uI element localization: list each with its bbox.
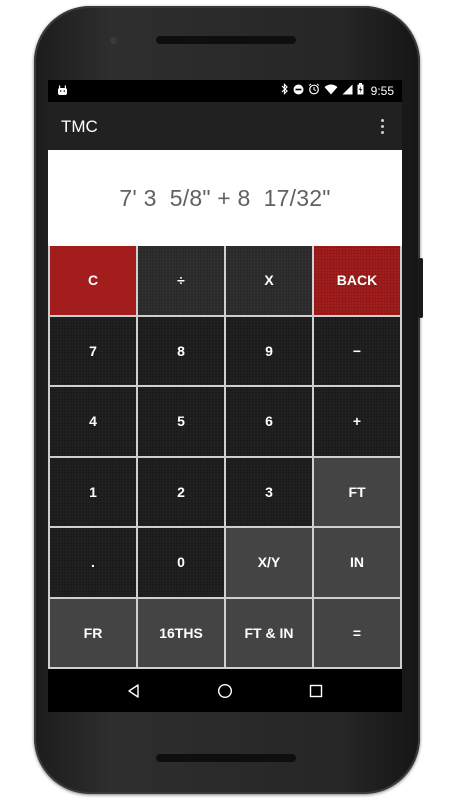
wifi-icon <box>324 84 338 98</box>
decimal-button[interactable]: . <box>50 528 136 597</box>
digit-3-button[interactable]: 3 <box>226 457 312 526</box>
alarm-icon <box>308 83 320 98</box>
add-button[interactable]: + <box>314 387 400 456</box>
fraction-divider-button[interactable]: X/Y <box>226 528 312 597</box>
digit-8-button[interactable]: 8 <box>138 316 224 385</box>
feet-button[interactable]: FT <box>314 457 400 526</box>
back-button[interactable]: BACK <box>314 246 400 315</box>
display-expression: 7' 3 5/8" + 8 17/32" <box>119 184 331 211</box>
recents-nav-icon[interactable] <box>304 679 328 703</box>
fraction-button[interactable]: FR <box>50 598 136 667</box>
do-not-disturb-icon <box>293 84 304 98</box>
divide-button[interactable]: ÷ <box>138 246 224 315</box>
digit-7-button[interactable]: 7 <box>50 316 136 385</box>
feet-and-inches-button[interactable]: FT & IN <box>226 598 312 667</box>
digit-0-button[interactable]: 0 <box>138 528 224 597</box>
screen: 9:55 TMC 7' 3 5/8" + 8 17/32" C ÷ X BACK… <box>48 80 402 712</box>
digit-1-button[interactable]: 1 <box>50 457 136 526</box>
clear-button[interactable]: C <box>50 246 136 315</box>
overflow-menu-icon[interactable] <box>370 114 394 138</box>
sixteenths-button[interactable]: 16THS <box>138 598 224 667</box>
inches-button[interactable]: IN <box>314 528 400 597</box>
power-button <box>418 258 423 318</box>
digit-2-button[interactable]: 2 <box>138 457 224 526</box>
bottom-speaker <box>156 754 296 762</box>
cell-signal-icon <box>342 84 353 98</box>
app-title: TMC <box>61 117 98 136</box>
app-bar: TMC <box>48 102 402 150</box>
android-notification-icon <box>57 85 68 99</box>
subtract-button[interactable]: − <box>314 316 400 385</box>
top-speaker <box>156 36 296 44</box>
home-nav-icon[interactable] <box>213 679 237 703</box>
digit-4-button[interactable]: 4 <box>50 387 136 456</box>
multiply-button[interactable]: X <box>226 246 312 315</box>
keypad: C ÷ X BACK 7 8 9 − 4 5 6 + 1 2 3 FT . 0 … <box>48 246 402 669</box>
digit-6-button[interactable]: 6 <box>226 387 312 456</box>
battery-icon <box>357 83 364 98</box>
status-bar: 9:55 <box>48 80 402 102</box>
equals-button[interactable]: = <box>314 598 400 667</box>
digit-9-button[interactable]: 9 <box>226 316 312 385</box>
bluetooth-icon <box>281 83 289 98</box>
front-camera <box>110 37 117 44</box>
status-time: 9:55 <box>370 83 394 98</box>
calculator-display: 7' 3 5/8" + 8 17/32" <box>48 150 402 246</box>
status-icons: 9:55 <box>281 83 394 98</box>
navigation-bar <box>48 669 402 712</box>
back-nav-icon[interactable] <box>122 679 146 703</box>
digit-5-button[interactable]: 5 <box>138 387 224 456</box>
